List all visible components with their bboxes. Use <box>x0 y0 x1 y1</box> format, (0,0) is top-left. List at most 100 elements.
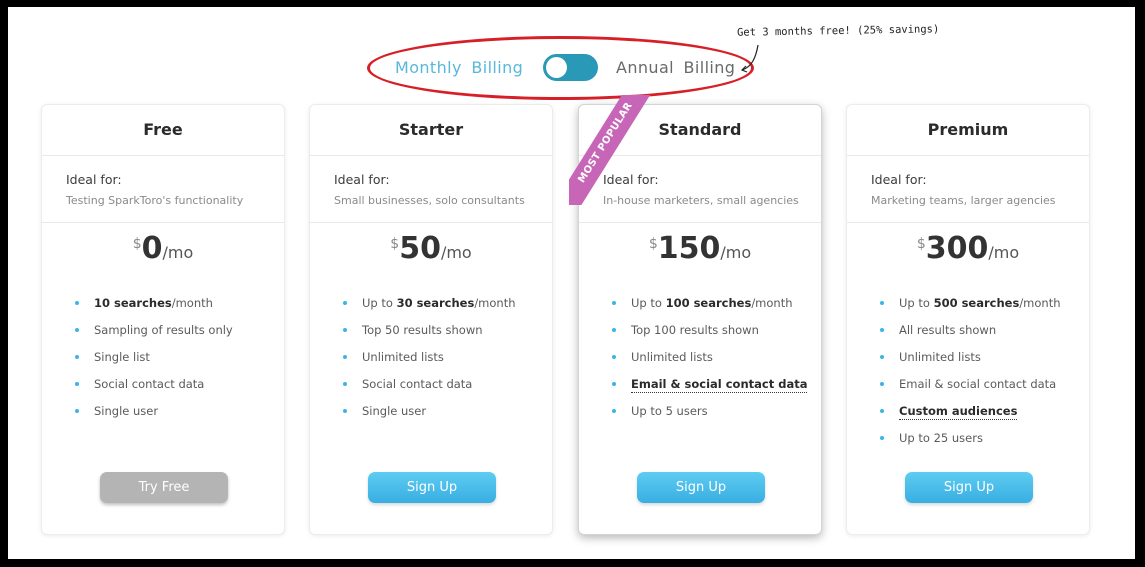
feature-item: 10 searches/month <box>66 293 284 320</box>
feature-item: Unlimited lists <box>603 347 821 374</box>
annual-billing-label[interactable]: Annual Billing <box>616 58 735 77</box>
feature-text: Email & social contact data <box>899 377 1057 391</box>
feature-text: Social contact data <box>362 377 473 391</box>
sign-up-button-premium[interactable]: Sign Up <box>905 472 1033 503</box>
feature-list: 10 searches/month Sampling of results onl… <box>42 293 284 428</box>
feature-item: Email & social contact data <box>871 374 1089 401</box>
bullet-icon <box>343 409 347 413</box>
plan-name: Starter <box>310 105 552 156</box>
feature-highlight: 100 searches <box>665 296 752 310</box>
price-currency: $ <box>132 236 142 252</box>
feature-text: /month <box>171 296 213 310</box>
bullet-icon <box>880 355 884 359</box>
plan-price: $0/mo <box>42 223 284 293</box>
plan-price: $150/mo <box>579 223 821 293</box>
price-amount: 300 <box>925 231 989 266</box>
feature-text: Social contact data <box>94 377 205 391</box>
feature-text: Up to <box>631 296 666 310</box>
bullet-icon <box>75 301 79 305</box>
feature-list: Up to 500 searches/month All results show… <box>847 293 1089 455</box>
bullet-icon <box>343 301 347 305</box>
feature-item: Social contact data <box>66 374 284 401</box>
plan-card-free: Free Ideal for: Testing SparkToro's func… <box>41 104 285 535</box>
feature-text: Unlimited lists <box>362 350 444 364</box>
feature-text: Up to <box>899 296 934 310</box>
price-currency: $ <box>390 236 400 252</box>
bullet-icon <box>612 328 616 332</box>
feature-item: All results shown <box>871 320 1089 347</box>
annotation-arrow-icon <box>740 44 759 73</box>
feature-text: Up to 5 users <box>631 404 708 418</box>
toggle-knob <box>546 57 567 78</box>
billing-toggle[interactable] <box>543 54 598 81</box>
price-unit: /mo <box>720 243 752 262</box>
price-amount: 150 <box>657 231 721 266</box>
bullet-icon <box>880 382 884 386</box>
price-currency: $ <box>916 236 926 252</box>
ideal-for-label: Ideal for: <box>871 172 927 187</box>
feature-highlight: 500 searches <box>933 296 1020 310</box>
bullet-icon <box>75 328 79 332</box>
try-free-button[interactable]: Try Free <box>100 472 228 503</box>
feature-link[interactable]: Email & social contact data <box>631 377 808 393</box>
sign-up-button-standard[interactable]: Sign Up <box>637 472 765 503</box>
feature-item: Sampling of results only <box>66 320 284 347</box>
feature-item: Up to 100 searches/month <box>603 293 821 320</box>
feature-item: Top 100 results shown <box>603 320 821 347</box>
bullet-icon <box>612 355 616 359</box>
feature-text: /month <box>1019 296 1061 310</box>
price-amount: 50 <box>399 231 441 266</box>
feature-text: /month <box>474 296 516 310</box>
plan-price: $50/mo <box>310 223 552 293</box>
feature-highlight: 10 searches <box>94 296 172 310</box>
price-currency: $ <box>648 236 658 252</box>
feature-text: Sampling of results only <box>94 323 233 337</box>
feature-text: Unlimited lists <box>899 350 981 364</box>
feature-item: Single list <box>66 347 284 374</box>
monthly-billing-label[interactable]: Monthly Billing <box>395 58 523 77</box>
bullet-icon <box>612 409 616 413</box>
plan-price: $300/mo <box>847 223 1089 293</box>
bullet-icon <box>880 301 884 305</box>
sign-up-button-starter[interactable]: Sign Up <box>368 472 496 503</box>
bullet-icon <box>343 382 347 386</box>
ideal-for-section: Ideal for: Marketing teams, larger agenc… <box>847 156 1089 223</box>
feature-text: Unlimited lists <box>631 350 713 364</box>
feature-text: Single user <box>94 404 159 418</box>
bullet-icon <box>880 328 884 332</box>
feature-link[interactable]: Custom audiences <box>899 404 1018 420</box>
feature-item: Unlimited lists <box>334 347 552 374</box>
bullet-icon <box>612 382 616 386</box>
most-popular-badge: MOST POPULAR <box>569 95 656 205</box>
feature-item: Up to 25 users <box>871 428 1089 455</box>
feature-text: Top 50 results shown <box>362 323 483 337</box>
feature-item: Custom audiences <box>871 401 1089 428</box>
feature-item: Up to 5 users <box>603 401 821 428</box>
feature-item: Up to 500 searches/month <box>871 293 1089 320</box>
feature-list: Up to 30 searches/month Top 50 results sh… <box>310 293 552 428</box>
ideal-for-label: Ideal for: <box>334 172 390 187</box>
savings-annotation: Get 3 months free! (25% savings) <box>736 23 940 39</box>
ideal-for-section: Ideal for: Small businesses, solo consul… <box>310 156 552 223</box>
most-popular-ribbon: MOST POPULAR <box>569 95 679 205</box>
feature-item: Single user <box>334 401 552 428</box>
feature-item: Single user <box>66 401 284 428</box>
plan-card-starter: Starter Ideal for: Small businesses, sol… <box>309 104 553 535</box>
bullet-icon <box>612 301 616 305</box>
feature-item: Up to 30 searches/month <box>334 293 552 320</box>
billing-toggle-section: Monthly Billing Annual Billing Get 3 mon… <box>8 7 1135 107</box>
plan-card-premium: Premium Ideal for: Marketing teams, larg… <box>846 104 1090 535</box>
bullet-icon <box>75 382 79 386</box>
feature-item: Unlimited lists <box>871 347 1089 374</box>
bullet-icon <box>343 328 347 332</box>
bullet-icon <box>880 436 884 440</box>
price-unit: /mo <box>440 243 472 262</box>
feature-text: /month <box>751 296 793 310</box>
plan-name: Premium <box>847 105 1089 156</box>
ideal-for-text: Marketing teams, larger agencies <box>871 194 1056 207</box>
feature-item: Social contact data <box>334 374 552 401</box>
ideal-for-text: Small businesses, solo consultants <box>334 194 525 207</box>
bullet-icon <box>343 355 347 359</box>
bullet-icon <box>75 355 79 359</box>
bullet-icon <box>880 409 884 413</box>
